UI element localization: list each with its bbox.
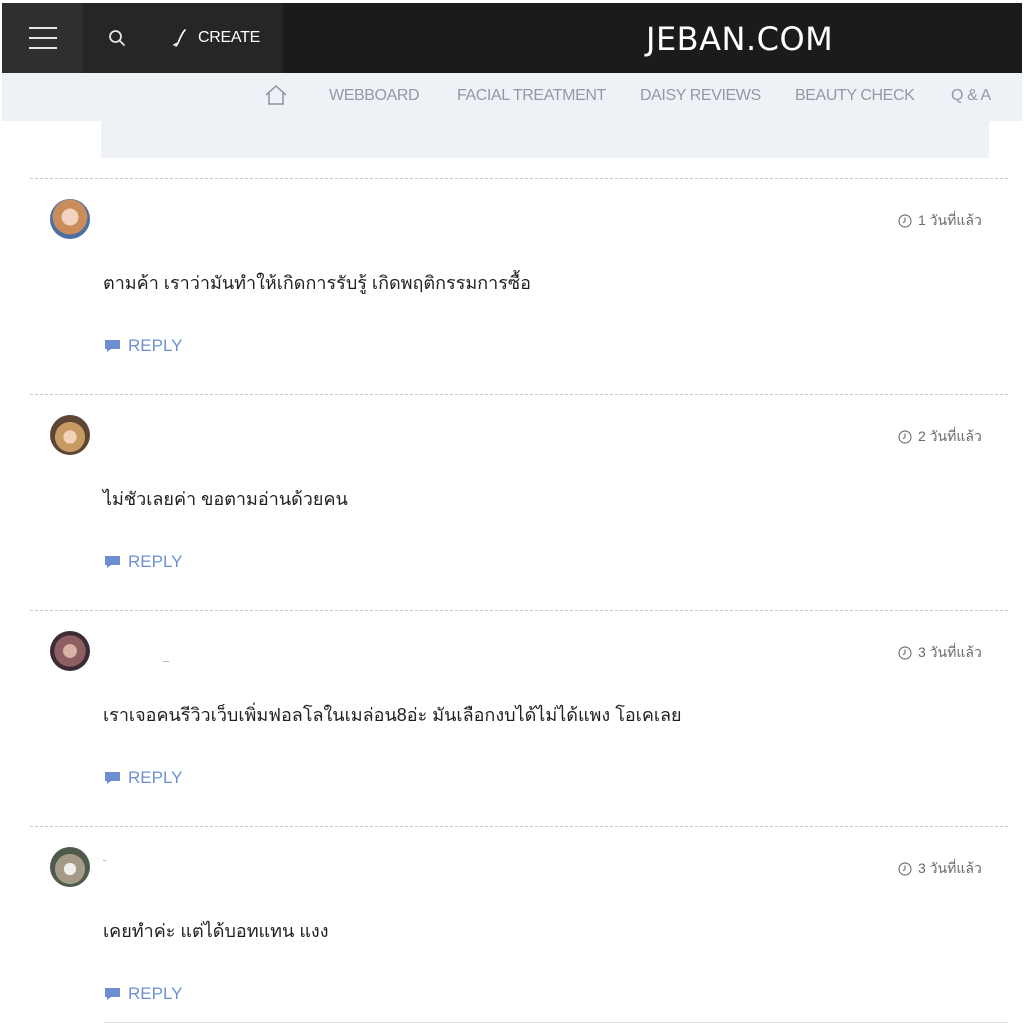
comment-text: ตามค้า เราว่ามันทำให้เกิดการรับรู้ เกิดพ… [103, 273, 531, 293]
reply-label: REPLY [128, 552, 183, 571]
nav-item-facial-treatment[interactable]: FACIAL TREATMENT [457, 87, 606, 105]
pen-icon [173, 29, 186, 47]
reply-icon [105, 340, 120, 352]
nav-item-beauty-check[interactable]: BEAUTY CHECK [795, 87, 915, 105]
comment-divider [103, 1022, 1008, 1023]
create-button[interactable]: CREATE [150, 3, 283, 73]
avatar[interactable] [50, 631, 90, 671]
reply-label: REPLY [128, 768, 183, 787]
reply-button[interactable]: REPLY [104, 984, 183, 1004]
site-logo[interactable]: JEBAN.COM [646, 20, 833, 58]
nav-item-qa[interactable]: Q & A [951, 87, 991, 105]
username-redacted [103, 860, 106, 861]
hamburger-menu-icon [28, 27, 57, 29]
nav-item-daisy-reviews[interactable]: DAISY REVIEWS [640, 87, 761, 105]
comment-divider [30, 178, 1008, 179]
clock-icon [898, 214, 912, 228]
search-icon [108, 30, 125, 46]
comment-time-text: 2 วันที่แล้ว [918, 428, 982, 444]
comment-divider [30, 610, 1008, 611]
comment-text: ไม่ชัวเลยค่า ขอตามอ่านด้วยคน [103, 489, 348, 509]
create-label: CREATE [198, 29, 260, 46]
comment-time-text: 3 วันที่แล้ว [918, 644, 982, 660]
sub-navigation: WEBBOARD FACIAL TREATMENT DAISY REVIEWS … [2, 73, 1022, 121]
comment-time: 3 วันที่แล้ว [898, 642, 982, 664]
reply-label: REPLY [128, 336, 183, 355]
comment-time: 1 วันที่แล้ว [898, 210, 982, 232]
comment-time: 3 วันที่แล้ว [898, 858, 982, 880]
clock-icon [898, 646, 912, 660]
reply-icon [105, 772, 120, 784]
reply-button[interactable]: REPLY [104, 336, 183, 356]
comment-time-text: 1 วันที่แล้ว [918, 212, 982, 228]
clock-icon [898, 862, 912, 876]
comment-divider [30, 826, 1008, 827]
comment-time: 2 วันที่แล้ว [898, 426, 982, 448]
reply-icon [105, 988, 120, 1000]
avatar[interactable] [50, 415, 90, 455]
content-panel [101, 121, 989, 158]
clock-icon [898, 430, 912, 444]
home-icon[interactable] [264, 83, 288, 107]
nav-item-webboard[interactable]: WEBBOARD [329, 87, 420, 105]
reply-icon [105, 556, 120, 568]
top-bar: CREATE JEBAN.COM [2, 3, 1022, 73]
hamburger-menu-button[interactable] [2, 3, 83, 73]
comment-divider [30, 394, 1008, 395]
reply-label: REPLY [128, 984, 183, 1003]
avatar[interactable] [50, 847, 90, 887]
search-button[interactable] [83, 3, 150, 73]
reply-button[interactable]: REPLY [104, 552, 183, 572]
avatar[interactable] [50, 199, 90, 239]
username-redacted [163, 661, 169, 662]
comment-time-text: 3 วันที่แล้ว [918, 860, 982, 876]
reply-button[interactable]: REPLY [104, 768, 183, 788]
comment-text: เคยทำค่ะ แต่ได้บอทแทน แงง [103, 921, 329, 941]
comment-text: เราเจอคนรีวิวเว็บเพิ่มฟอลโลในเมล่อน8อ่ะ … [103, 705, 682, 725]
